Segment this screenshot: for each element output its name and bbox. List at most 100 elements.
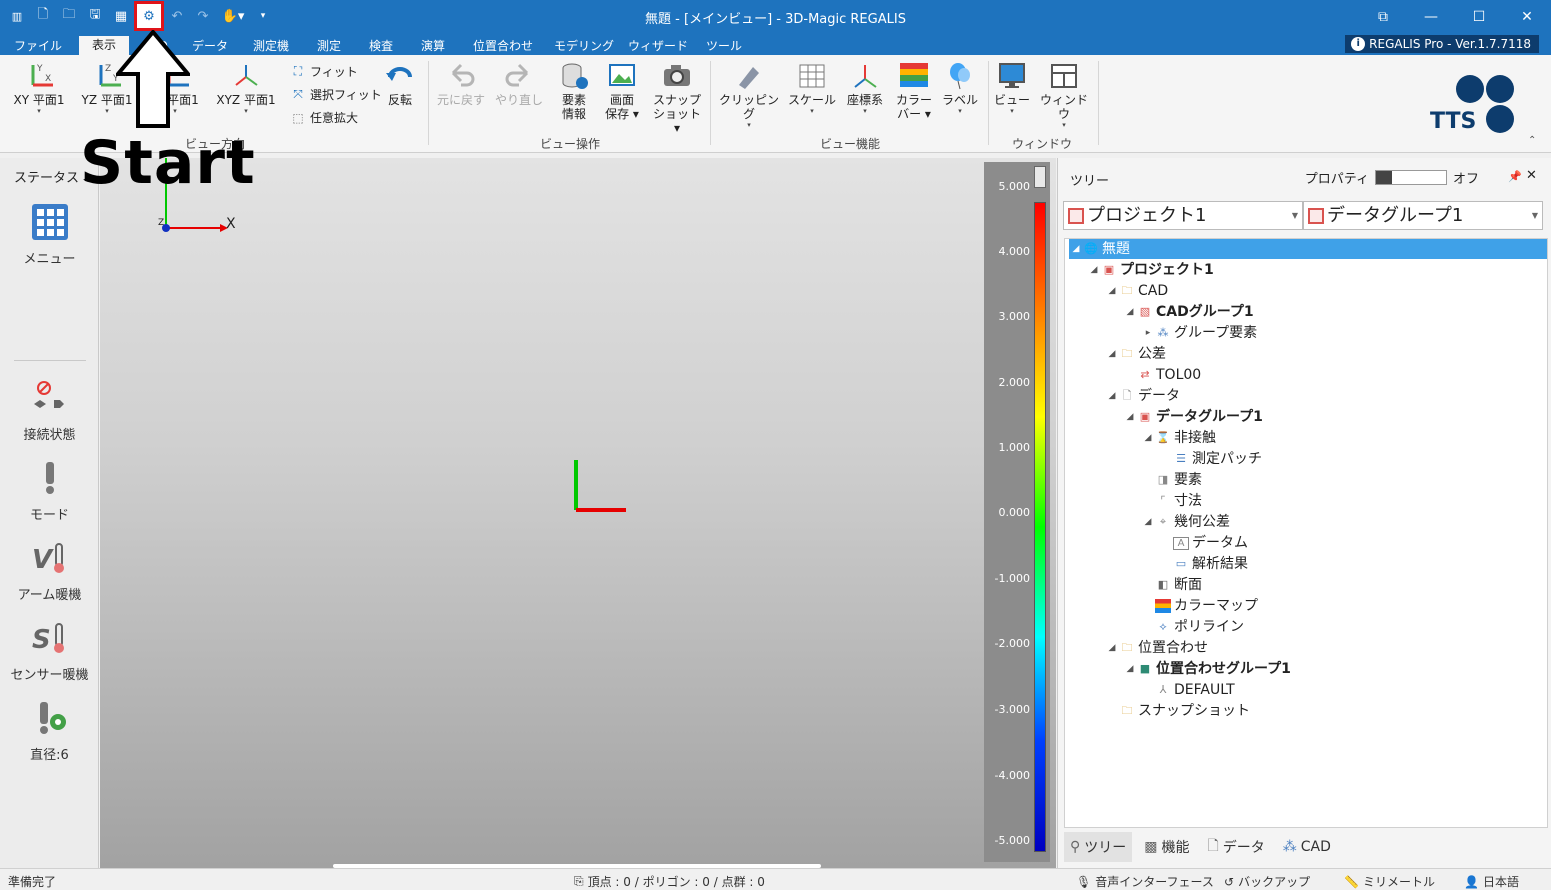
tab-wizard[interactable]: ウィザード <box>626 37 690 55</box>
tree-node-noncontact[interactable]: ◢ ⌛ 非接触 <box>1141 428 1216 448</box>
tree-node-data[interactable]: ◢ 🗋 データ <box>1105 386 1180 406</box>
select-fit-button[interactable]: ⤧ 選択フィット <box>290 86 382 103</box>
maximize-button[interactable]: ☐ <box>1455 0 1503 33</box>
scale-button[interactable]: スケール ▾ <box>786 61 838 115</box>
language-indicator[interactable]: 👤 日本語 <box>1464 873 1519 890</box>
tree-node-measure-patch[interactable]: ☰ 測定パッチ <box>1159 449 1262 469</box>
voice-interface[interactable]: 🎙 音声インターフェース <box>1076 873 1214 890</box>
tab-alignment[interactable]: 位置合わせ <box>466 37 540 55</box>
mode-status[interactable]: モード <box>0 458 99 523</box>
snapshot-button[interactable]: スナップ ショット ▾ <box>652 61 702 135</box>
legend-label: -1.000 <box>994 572 1030 585</box>
tree-node-alignment[interactable]: ◢ 🗀 位置合わせ <box>1105 638 1208 658</box>
tree-node-section[interactable]: ◧ 断面 <box>1141 575 1202 595</box>
diameter-status[interactable]: 直径:6 <box>0 698 99 763</box>
project-select[interactable]: プロジェクト1 ▼ <box>1063 201 1303 230</box>
cad-tab-icon: ⁂ <box>1282 839 1297 855</box>
coord-system-button[interactable]: 座標系 ▾ <box>842 61 888 115</box>
view-funcs-group-label: ビュー機能 <box>819 137 880 151</box>
property-toggle[interactable]: プロパティ オフ <box>1305 168 1479 187</box>
colorbar-button[interactable]: カラー バー ▾ <box>892 61 936 121</box>
redo-button[interactable]: やり直し <box>492 61 546 107</box>
svg-text:S: S <box>32 625 51 655</box>
project-tree[interactable]: ◢ 🌐 無題 ◢ ▣ プロジェクト1 ◢ 🗀 CAD ◢ ▧ CADグループ1 ▸ ⁂ グループ要素… <box>1064 238 1548 828</box>
legend-label: -4.000 <box>994 769 1030 782</box>
window-button[interactable]: ウィンドウ ▾ <box>1036 61 1092 129</box>
sensor-warmup-status[interactable]: S センサー暖機 <box>0 618 99 683</box>
tab-data[interactable]: データ <box>186 37 234 55</box>
tab-inspect[interactable]: 検査 <box>360 37 402 55</box>
unit-indicator[interactable]: 📏 ミリメートル <box>1344 873 1435 890</box>
tree-node-group-elements[interactable]: ▸ ⁂ グループ要素 <box>1141 323 1257 343</box>
tab-measure[interactable]: 測定 <box>308 37 350 55</box>
backup-icon: ↺ <box>1224 874 1235 889</box>
zoom-box-icon: ⬚ <box>292 110 304 125</box>
property-switch[interactable] <box>1374 170 1447 185</box>
tree-node-geometric-tolerance[interactable]: ◢ ⌖ 幾何公差 <box>1141 512 1230 532</box>
tab-modeling[interactable]: モデリング <box>552 37 616 55</box>
close-button[interactable]: ✕ <box>1503 0 1551 33</box>
fit-button[interactable]: ⛶ フィット <box>290 63 358 80</box>
tab-tree[interactable]: ⚲ ツリー <box>1064 832 1133 862</box>
tab-cad-panel[interactable]: ⁂ CAD <box>1277 832 1337 862</box>
clipping-button[interactable]: クリッピング ▾ <box>716 61 782 129</box>
close-panel-icon[interactable]: ✕ <box>1526 168 1537 183</box>
ribbon-tab-bar: ファイル 表示 CAD データ 測定機 測定 検査 演算 位置合わせ モデリング… <box>0 33 1551 55</box>
tree-node-elements[interactable]: ◨ 要素 <box>1141 470 1202 490</box>
element-info-button[interactable]: 要素 情報 <box>552 61 596 121</box>
arm-warmup-status[interactable]: V アーム暖機 <box>0 538 99 603</box>
status-panel-title: ステータス ◂ <box>14 171 88 186</box>
menu-button[interactable]: メニュー <box>0 202 99 267</box>
tree-node-analysis-result[interactable]: ▭ 解析結果 <box>1159 554 1248 574</box>
xy-plane-button[interactable]: YX XY 平面1 ▾ <box>8 61 70 115</box>
tree-node-data-group[interactable]: ◢ ▣ データグループ1 <box>1123 407 1263 427</box>
undo-button[interactable]: 元に戻す <box>434 61 488 107</box>
monitor-icon <box>999 63 1025 88</box>
tab-functions[interactable]: ▩ 機能 <box>1138 832 1195 862</box>
tab-tools[interactable]: ツール <box>700 37 748 55</box>
restore-window-icon[interactable]: ⧉ <box>1359 0 1407 33</box>
screen-save-button[interactable]: 画面 保存 ▾ <box>600 61 644 121</box>
xy-plane-icon: YX <box>31 64 53 87</box>
tree-node-polyline[interactable]: ⟡ ポリライン <box>1141 617 1244 637</box>
svg-text:X: X <box>45 74 51 84</box>
main-3d-viewport[interactable]: X Z 5.000 4.000 3.000 2.000 1.000 0.000 … <box>100 158 1056 868</box>
tree-node-alignment-group[interactable]: ◢ ■ 位置合わせグループ1 <box>1123 659 1291 679</box>
tab-machine[interactable]: 測定機 <box>244 37 298 55</box>
database-info-icon <box>562 63 588 89</box>
pin-icon[interactable]: 📌 <box>1508 170 1522 183</box>
tree-node-snapshot[interactable]: 🗀 スナップショット <box>1105 701 1251 721</box>
window-layout-icon <box>1051 64 1077 88</box>
view-ops-group-label: ビュー操作 <box>539 137 600 151</box>
origin-marker <box>574 460 626 512</box>
xyz-axes-icon <box>235 65 258 86</box>
tree-node-tolerance[interactable]: ◢ 🗀 公差 <box>1105 344 1166 364</box>
xyz-plane-button[interactable]: XYZ 平面1 ▾ <box>212 61 280 115</box>
tree-node-root[interactable]: ◢ 🌐 無題 <box>1069 239 1547 259</box>
tree-node-colormap[interactable]: カラーマップ <box>1141 596 1258 616</box>
tree-node-cad-group[interactable]: ◢ ▧ CADグループ1 <box>1123 302 1254 322</box>
tree-node-cad[interactable]: ◢ 🗀 CAD <box>1105 281 1169 301</box>
clipping-icon <box>739 67 759 89</box>
tab-data-panel[interactable]: 🗋 データ <box>1202 832 1271 862</box>
tree-node-tol00[interactable]: ⇄ TOL00 <box>1123 365 1201 385</box>
collapse-ribbon-icon[interactable]: ⌃ <box>1528 135 1536 146</box>
any-zoom-button[interactable]: ⬚ 任意拡大 <box>290 109 358 126</box>
backup-status[interactable]: ↺ バックアップ <box>1224 873 1310 890</box>
tab-compute[interactable]: 演算 <box>412 37 454 55</box>
connection-status[interactable]: 接続状態 <box>0 378 99 443</box>
label-button[interactable]: ラベル ▾ <box>940 61 980 115</box>
legend-label: -3.000 <box>994 703 1030 716</box>
ruler-icon: 📏 <box>1344 874 1359 889</box>
tab-file[interactable]: ファイル <box>10 37 66 55</box>
flip-button[interactable]: 反転 <box>378 61 422 107</box>
ribbon-separator <box>428 61 429 145</box>
data-tab-icon: 🗋 <box>1207 838 1219 854</box>
tree-node-project[interactable]: ◢ ▣ プロジェクト1 <box>1087 260 1214 280</box>
datagroup-select[interactable]: データグループ1 ▼ <box>1303 201 1543 230</box>
tree-node-dimensions[interactable]: ⌜ 寸法 <box>1141 491 1202 511</box>
tree-node-default[interactable]: ⅄ DEFAULT <box>1141 680 1235 700</box>
tree-node-datum[interactable]: A データム <box>1159 533 1248 553</box>
view-button[interactable]: ビュー ▾ <box>992 61 1032 115</box>
minimize-button[interactable]: — <box>1407 0 1455 33</box>
